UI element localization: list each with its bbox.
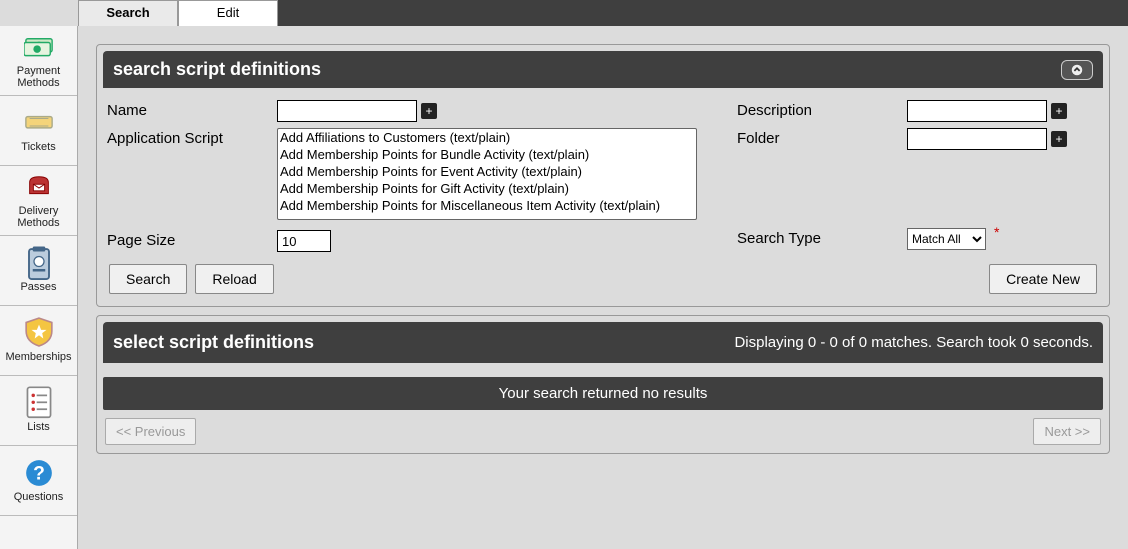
sidebar-item-lists[interactable]: Lists [0,376,77,446]
sidebar-item-label: Lists [27,421,50,433]
results-section-bar: select script definitions Displaying 0 -… [103,322,1103,363]
create-new-button[interactable]: Create New [989,264,1097,294]
sidebar-item-memberships[interactable]: Memberships [0,306,77,376]
ticket-icon [24,109,54,137]
application-script-select[interactable]: Add Affiliations to Customers (text/plai… [277,128,697,220]
search-type-select[interactable]: Match AllMatch Any [907,228,986,250]
tab-edit[interactable]: Edit [178,0,278,26]
sidebar-item-label: Passes [20,281,56,293]
next-button[interactable]: Next >> [1033,418,1101,445]
sidebar-item-label: Memberships [5,351,71,363]
sidebar-item-label: Payment Methods [0,65,77,89]
label-folder: Folder [737,128,907,147]
sidebar-item-label: Tickets [21,141,55,153]
sidebar-item-payment-methods[interactable]: Payment Methods [0,26,77,96]
top-tab-bar: Search Edit [78,0,1128,26]
label-page-size: Page Size [107,230,277,249]
results-frame: select script definitions Displaying 0 -… [96,315,1110,454]
svg-text:?: ? [33,463,45,484]
search-section-bar: search script definitions [103,51,1103,88]
search-form: Name + Application Script Add Affiliatio… [103,88,1103,300]
search-frame: search script definitions Name + [96,44,1110,307]
question-icon: ? [24,459,54,487]
description-plus-button[interactable]: + [1051,103,1067,119]
folder-plus-button[interactable]: + [1051,131,1067,147]
main-content: search script definitions Name + [78,26,1128,549]
previous-button[interactable]: << Previous [105,418,196,445]
search-section-title: search script definitions [113,59,321,80]
label-application-script: Application Script [107,128,277,147]
label-name: Name [107,100,277,119]
shield-star-icon [24,319,54,347]
sidebar-item-tickets[interactable]: Tickets [0,96,77,166]
search-button[interactable]: Search [109,264,187,294]
sidebar-item-label: Delivery Methods [0,205,77,229]
required-indicator: * [994,224,999,240]
sidebar-item-passes[interactable]: Passes [0,236,77,306]
results-stats: Displaying 0 - 0 of 0 matches. Search to… [734,334,1093,351]
results-section-title: select script definitions [113,332,314,353]
no-results-message: Your search returned no results [103,377,1103,410]
sidebar-item-label: Questions [14,491,64,503]
money-icon [24,33,54,61]
description-input[interactable] [907,100,1047,122]
tab-search[interactable]: Search [78,0,178,26]
sidebar-item-questions[interactable]: ? Questions [0,446,77,516]
badge-icon [24,249,54,277]
collapse-button[interactable] [1061,60,1093,80]
label-description: Description [737,100,907,119]
reload-button[interactable]: Reload [195,264,273,294]
page-size-input[interactable] [277,230,331,252]
sidebar: Payment Methods Tickets Delivery Methods… [0,26,78,549]
label-search-type: Search Type [737,228,907,247]
sidebar-item-delivery-methods[interactable]: Delivery Methods [0,166,77,236]
mailbox-icon [24,173,54,201]
name-plus-button[interactable]: + [421,103,437,119]
name-input[interactable] [277,100,417,122]
folder-input[interactable] [907,128,1047,150]
list-icon [24,389,54,417]
